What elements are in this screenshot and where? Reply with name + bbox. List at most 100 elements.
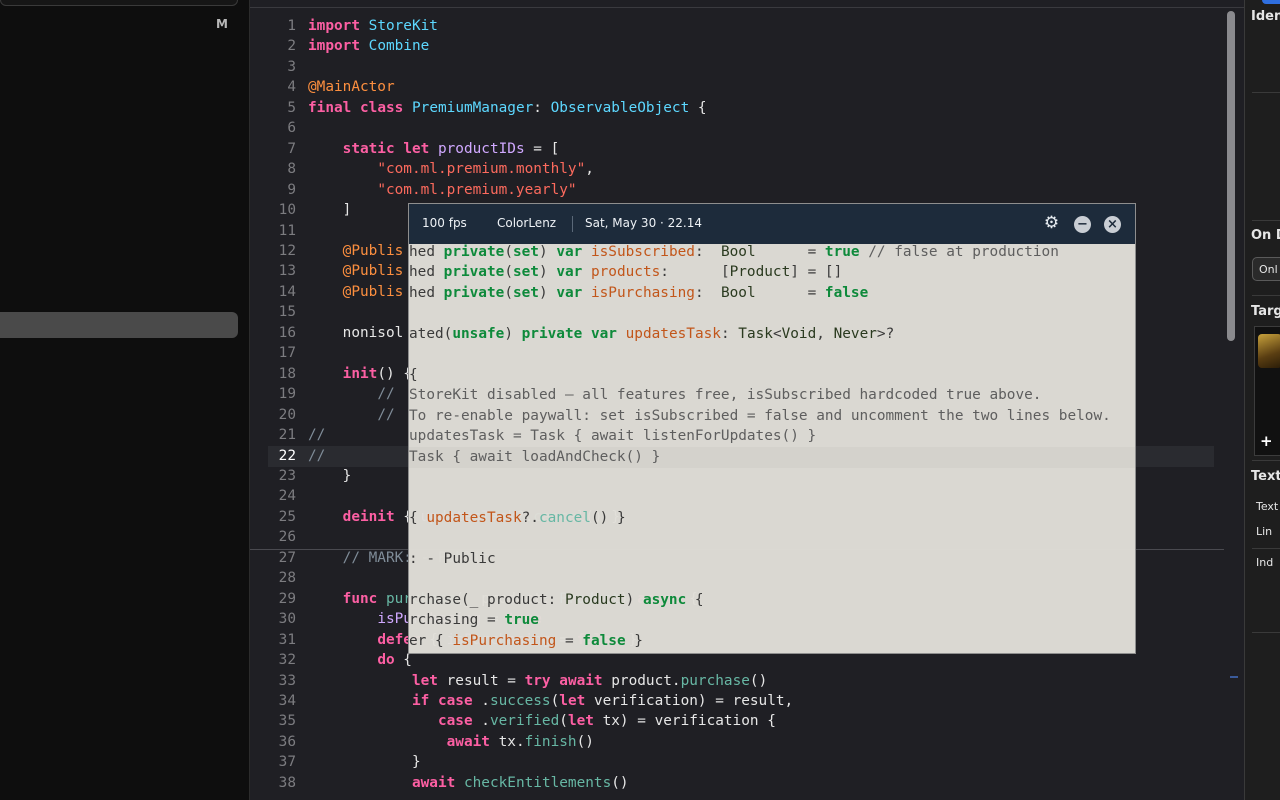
inspector-panel: Iden On D Onl Targ + Text Text Lin Ind <box>1244 0 1280 800</box>
scrollbar-marker <box>1230 676 1238 678</box>
line-number: 14 <box>278 283 296 300</box>
overlay-code-line: Task { await loadAndCheck() } <box>409 448 661 465</box>
code-line[interactable]: "com.ml.premium.yearly" <box>308 180 793 200</box>
overlay-code-line: ​ <box>409 467 1111 487</box>
overlay-code-line: hed private(set) var isPurchasing: Bool … <box>409 284 869 301</box>
line-number: 33 <box>278 672 296 689</box>
line-number: 26 <box>278 529 296 546</box>
overlay-datetime: Sat, May 30 · 22.14 <box>585 216 702 230</box>
overlay-code-line: ated(unsafe) private var updatesTask: Ta… <box>409 325 895 342</box>
text-encoding-label: Text <box>1256 500 1279 513</box>
line-number: 29 <box>278 590 296 607</box>
modified-badge: M <box>216 17 228 31</box>
overlay-code-line: ​ <box>409 528 1111 548</box>
inspector-tab-button[interactable] <box>1262 0 1280 4</box>
navigator-sidebar: M <box>0 0 249 800</box>
inspector-separator <box>1252 295 1280 296</box>
line-number: 37 <box>278 754 296 771</box>
target-membership-label: Targ <box>1251 304 1280 319</box>
code-line[interactable]: ​ <box>308 118 793 138</box>
code-line[interactable]: if case .success(let verification) = res… <box>308 691 793 711</box>
line-number: 22 <box>278 447 296 464</box>
code-line[interactable]: final class PremiumManager: ObservableOb… <box>308 98 793 118</box>
code-line[interactable]: await checkEntitlements() <box>308 773 793 793</box>
line-number: 23 <box>278 467 296 484</box>
line-number: 38 <box>278 774 296 791</box>
overlay-app-name: ColorLenz <box>497 216 557 230</box>
code-line[interactable]: import Combine <box>308 36 793 56</box>
code-line[interactable]: @MainActor <box>308 77 793 97</box>
line-number: 32 <box>278 652 296 669</box>
code-line[interactable]: await tx.finish() <box>308 732 793 752</box>
line-number: 6 <box>287 120 296 137</box>
app-icon <box>1258 334 1280 368</box>
overlay-code-line: StoreKit disabled — all features free, i… <box>409 387 1042 404</box>
line-number: 18 <box>278 365 296 382</box>
inspector-separator <box>1252 632 1280 633</box>
fps-readout: 100 fps <box>422 216 467 230</box>
line-number: 27 <box>278 549 296 566</box>
line-number: 8 <box>287 161 296 178</box>
code-line[interactable]: ​ <box>308 57 793 77</box>
line-number: 24 <box>278 488 296 505</box>
line-number: 3 <box>287 58 296 75</box>
overlay-code-line: updatesTask = Task { await listenForUpda… <box>409 428 817 445</box>
overlay-code-line: rchase(_ product: Product) async { <box>409 591 704 608</box>
line-number: 20 <box>278 406 296 423</box>
code-line[interactable]: let result = try await product.purchase(… <box>308 671 793 691</box>
inspector-divider[interactable] <box>1244 0 1245 800</box>
code-line[interactable]: } <box>308 752 793 772</box>
overlay-code-view: hed private(set) var isSubscribed: Bool … <box>409 242 1111 651</box>
line-number: 35 <box>278 713 296 730</box>
colorlenz-overlay-window[interactable]: 100 fps ColorLenz Sat, May 30 · 22.14 ⚙ … <box>408 203 1136 654</box>
indent-label: Ind <box>1256 556 1274 569</box>
line-number: 13 <box>278 263 296 280</box>
line-number: 9 <box>287 181 296 198</box>
line-number-gutter: 1 2 3 4 5 6 7 8 9 10 11 12 13 14 15 16 17 18 19 20 21 22 23 24 2… <box>250 16 296 793</box>
line-number: 7 <box>287 140 296 157</box>
overlay-code-line: : - Public <box>409 550 496 567</box>
navigator-filter-bar[interactable] <box>0 0 238 6</box>
navigator-selected-row[interactable] <box>0 312 238 338</box>
line-number: 19 <box>278 386 296 403</box>
line-number: 34 <box>278 692 296 709</box>
editor-scrollbar-thumb[interactable] <box>1227 11 1235 341</box>
overlay-code-line: ​ <box>409 569 1111 589</box>
overlay-code-line: ​ <box>409 344 1111 364</box>
overlay-code-line: hed private(set) var isSubscribed: Bool … <box>409 244 1059 260</box>
inspector-separator <box>1252 92 1280 93</box>
on-demand-select[interactable]: Onl <box>1252 257 1280 281</box>
inspector-separator <box>1252 460 1280 461</box>
line-number: 17 <box>278 345 296 362</box>
editor-top-border <box>250 7 1244 8</box>
overlay-code-line: ​ <box>409 487 1111 507</box>
line-number: 21 <box>278 427 296 444</box>
line-number: 5 <box>287 99 296 116</box>
line-number: 30 <box>278 611 296 628</box>
inspector-separator <box>1252 220 1280 221</box>
line-number: 12 <box>278 242 296 259</box>
line-number: 28 <box>278 570 296 587</box>
line-number: 11 <box>278 222 296 239</box>
line-number: 1 <box>287 18 296 34</box>
line-endings-label: Lin <box>1256 525 1273 538</box>
close-icon[interactable]: × <box>1104 216 1121 233</box>
identity-section-label: Iden <box>1251 9 1280 24</box>
line-number: 31 <box>278 631 296 648</box>
inspector-separator <box>1252 548 1280 549</box>
overlay-title-bar[interactable]: 100 fps ColorLenz Sat, May 30 · 22.14 ⚙ … <box>409 204 1135 244</box>
line-number: 15 <box>278 304 296 321</box>
add-target-button[interactable]: + <box>1260 432 1273 450</box>
line-number: 4 <box>287 79 296 96</box>
line-number: 16 <box>278 324 296 341</box>
title-separator <box>572 216 573 232</box>
code-line[interactable]: "com.ml.premium.monthly", <box>308 159 793 179</box>
code-line[interactable]: case .verified(let tx) = verification { <box>308 711 793 731</box>
gear-icon[interactable]: ⚙ <box>1043 215 1060 232</box>
text-settings-label: Text <box>1251 469 1280 484</box>
code-line[interactable]: static let productIDs = [ <box>308 139 793 159</box>
overlay-code-line: rchasing = true <box>409 612 539 629</box>
code-line[interactable]: import StoreKit <box>308 16 793 36</box>
overlay-code-line: hed private(set) var products: [Product]… <box>409 264 843 281</box>
minimize-icon[interactable]: − <box>1074 216 1091 233</box>
